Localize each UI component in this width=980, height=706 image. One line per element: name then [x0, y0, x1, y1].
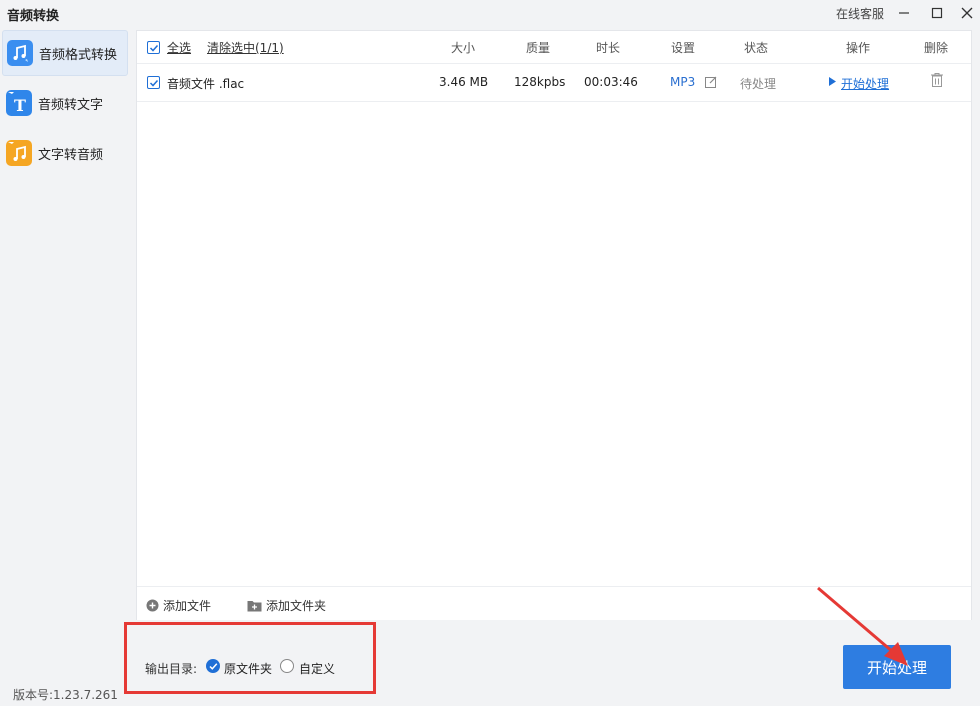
- column-header-settings: 设置: [671, 41, 696, 55]
- text-t-icon: T: [6, 90, 32, 116]
- file-name: 音频文件 .flac: [167, 77, 245, 91]
- list-header: 全选 清除选中(1/1) 大小 质量 时长 设置 状态 操作 删除: [137, 31, 971, 64]
- select-all-link[interactable]: 全选: [167, 39, 191, 56]
- sidebar-item-audio-format-convert[interactable]: 音频格式转换: [2, 30, 128, 76]
- column-header-quality: 质量: [526, 41, 551, 55]
- clear-selected-link[interactable]: 清除选中(1/1): [207, 39, 284, 56]
- plus-circle-icon: [146, 599, 159, 612]
- output-options-highlight: [124, 622, 376, 694]
- file-size: 3.46 MB: [439, 75, 489, 89]
- select-all-checkbox[interactable]: [147, 41, 160, 54]
- sidebar-item-audio-to-text[interactable]: T 音频转文字: [2, 80, 128, 126]
- minimize-button[interactable]: [890, 0, 918, 26]
- start-process-link[interactable]: 开始处理: [841, 75, 889, 92]
- output-directory-label: 输出目录:: [145, 662, 198, 676]
- file-status: 待处理: [740, 77, 777, 91]
- radio-custom-folder[interactable]: [280, 659, 294, 673]
- version-label: 版本号:1.23.7.261: [13, 688, 118, 702]
- app-title: 音频转换: [7, 9, 60, 24]
- column-header-status: 状态: [744, 41, 769, 55]
- maximize-icon: [931, 7, 943, 19]
- edit-settings-button[interactable]: [704, 75, 718, 92]
- check-icon: [149, 44, 158, 52]
- radio-custom-folder-label[interactable]: 自定义: [299, 660, 335, 677]
- maximize-button[interactable]: [923, 0, 951, 26]
- add-folder-button[interactable]: 添加文件夹: [247, 597, 326, 614]
- play-icon: [828, 76, 837, 90]
- add-file-button[interactable]: 添加文件: [146, 597, 211, 614]
- trash-icon: [931, 73, 943, 87]
- add-folder-icon: [247, 601, 262, 612]
- check-icon: [149, 79, 158, 87]
- title-bar: 音频转换 在线客服: [0, 0, 980, 28]
- sidebar-item-text-to-audio[interactable]: 文字转音频: [2, 130, 128, 176]
- add-file-label: 添加文件: [163, 599, 212, 613]
- start-processing-button[interactable]: 开始处理: [843, 645, 951, 689]
- delete-button[interactable]: [930, 72, 944, 91]
- sidebar-item-label: 音频转文字: [38, 97, 104, 113]
- file-quality: 128kpbs: [514, 75, 566, 89]
- close-button[interactable]: [953, 0, 980, 26]
- file-duration: 00:03:46: [584, 75, 638, 89]
- row-checkbox[interactable]: [147, 76, 160, 89]
- check-icon: [208, 662, 217, 670]
- minimize-icon: [899, 12, 909, 14]
- music-note-icon: [6, 140, 32, 166]
- add-folder-label: 添加文件夹: [266, 599, 327, 613]
- column-header-delete: 删除: [924, 41, 949, 55]
- close-icon: [961, 7, 973, 19]
- column-header-action: 操作: [846, 41, 871, 55]
- sidebar-item-label: 文字转音频: [38, 147, 104, 163]
- column-header-size: 大小: [451, 41, 476, 55]
- online-support-link[interactable]: 在线客服: [836, 5, 884, 22]
- edit-icon: [705, 76, 717, 88]
- sidebar: 音频格式转换 T 音频转文字 文字转音频: [0, 28, 132, 678]
- output-format-selector[interactable]: MP3: [670, 75, 695, 89]
- sidebar-item-label: 音频格式转换: [39, 47, 118, 63]
- file-list-panel: 全选 清除选中(1/1) 大小 质量 时长 设置 状态 操作 删除 音频文件 .…: [136, 30, 972, 620]
- radio-original-folder-label[interactable]: 原文件夹: [224, 660, 272, 677]
- music-convert-icon: [7, 40, 33, 66]
- radio-original-folder[interactable]: [206, 659, 220, 673]
- table-row[interactable]: 音频文件 .flac 3.46 MB 128kpbs 00:03:46 MP3 …: [137, 64, 971, 102]
- svg-text:T: T: [14, 96, 26, 115]
- column-header-duration: 时长: [596, 41, 621, 55]
- list-footer: 添加文件 添加文件夹: [137, 586, 971, 620]
